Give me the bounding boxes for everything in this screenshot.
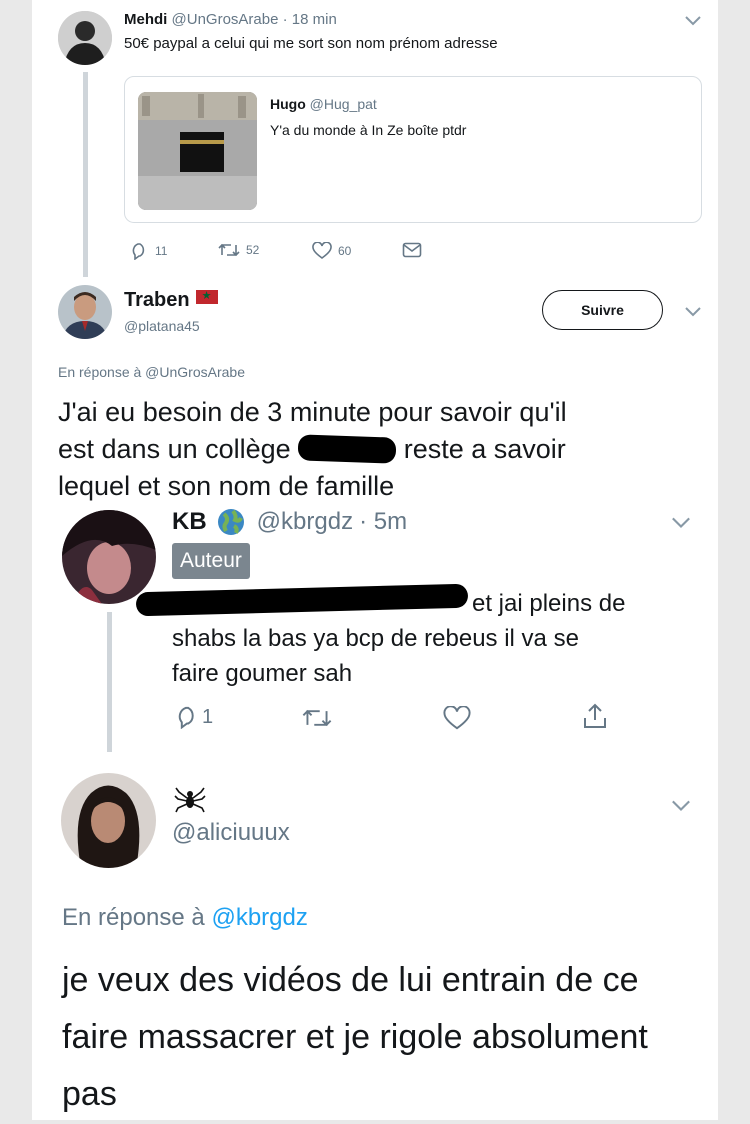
author-line: KB @kbrgdz · 5m [172,508,407,536]
quote-author: Hugo @Hug_pat [270,96,377,112]
author-name[interactable]: KB [172,508,207,536]
tweet-traben: Traben @platana45 Suivre En réponse à @U… [32,282,718,504]
author-handle[interactable]: @aliciuuux [172,819,290,847]
like-count: 60 [338,244,352,258]
reply-count: 1 [202,705,214,728]
avatar-kb[interactable] [62,510,156,604]
redaction [297,434,397,464]
tweet-text-line1: je veux des vidéos de lui entrain de ce [62,961,639,999]
tweet-text-line2: est dans un collège reste a savoir [58,431,567,468]
author-handle[interactable]: @kbrgdz [257,508,353,536]
tweet-text-line3: lequel et son nom de famille [58,471,395,501]
heart-icon [312,242,332,259]
dm-button[interactable] [402,242,428,258]
reply-button[interactable]: 11 [129,242,167,260]
retweet-button[interactable]: 52 [218,242,259,258]
author-line: Traben [124,289,218,312]
spider-icon [174,787,206,813]
quote-author-handle[interactable]: @Hug_pat [310,96,377,112]
tweet-text: 50€ paypal a celui qui me sort son nom p… [124,35,498,52]
retweet-count: 52 [246,243,260,257]
tweet-aliciuuux: @aliciuuux En réponse à @kbrgdz je veux … [32,754,718,1120]
reply-button[interactable]: 1 [174,705,213,729]
reply-count: 11 [155,244,168,258]
quote-author-name[interactable]: Hugo [270,96,306,112]
tweet-text: J'ai eu besoin de 3 minute pour savoir q… [58,394,567,505]
reply-context: En réponse à @UnGrosArabe [58,364,245,380]
retweet-icon [218,243,240,257]
heart-icon [443,706,471,730]
chevron-down-icon[interactable] [670,516,692,530]
tweet-kb: KB @kbrgdz · 5m Auteur et jai pleins de … [32,504,718,754]
reply-context: En réponse à @kbrgdz [62,904,308,932]
author-line: Mehdi @UnGrosArabe · 18 min [124,11,337,28]
reply-context-prefix: En réponse à [62,904,205,931]
reply-context-handle[interactable]: @kbrgdz [211,904,307,931]
tweet-text-line2: shabs la bas ya bcp de rebeus il va se [172,625,579,652]
tweet-text-line2-start: est dans un collège [58,434,291,464]
tweet-mehdi: Mehdi @UnGrosArabe · 18 min 50€ paypal a… [32,0,718,282]
share-icon [584,703,606,728]
author-handle[interactable]: @platana45 [124,318,200,334]
retweet-button[interactable] [302,707,338,729]
quoted-tweet[interactable]: Hugo @Hug_pat Y'a du monde à In Ze boîte… [124,76,702,223]
follow-button[interactable]: Suivre [542,290,663,330]
author-name[interactable]: Mehdi [124,11,167,28]
avatar-mehdi[interactable] [58,11,112,65]
tweet-text-line2-end: reste a savoir [403,434,566,464]
chevron-down-icon[interactable] [684,306,702,318]
thread-line [83,72,88,277]
morocco-flag-icon [195,289,218,304]
envelope-icon [402,242,422,258]
reply-icon [178,706,194,729]
author-badge: Auteur [172,543,250,579]
like-button[interactable] [443,706,477,731]
chevron-down-icon[interactable] [684,15,702,27]
tweet-text-line2: faire massacrer et je rigole absolument [62,1018,648,1056]
timestamp[interactable]: · 18 min [283,11,337,28]
thread-line [107,612,112,752]
author-handle[interactable]: @UnGrosArabe [172,11,279,28]
tweet-text-line3: pas [62,1075,117,1113]
avatar-traben[interactable] [58,285,112,339]
timestamp[interactable]: · 5m [359,508,407,536]
quote-image [138,92,257,210]
globe-icon [217,509,244,535]
quote-text: Y'a du monde à In Ze boîte ptdr [270,122,467,138]
reply-icon [132,243,145,260]
like-button[interactable]: 60 [312,242,351,260]
author-name[interactable]: Traben [124,289,190,311]
chevron-down-icon[interactable] [670,799,692,813]
tweet-text-line1-visible: et jai pleins de [472,590,626,617]
retweet-icon [302,709,332,727]
tweet-text-line1: J'ai eu besoin de 3 minute pour savoir q… [58,397,567,427]
avatar-aliciuuux[interactable] [61,773,156,868]
share-button[interactable] [582,702,614,730]
tweet-text-line3: faire goumer sah [172,660,353,687]
tweet-text: je veux des vidéos de lui entrain de ce … [62,952,648,1123]
